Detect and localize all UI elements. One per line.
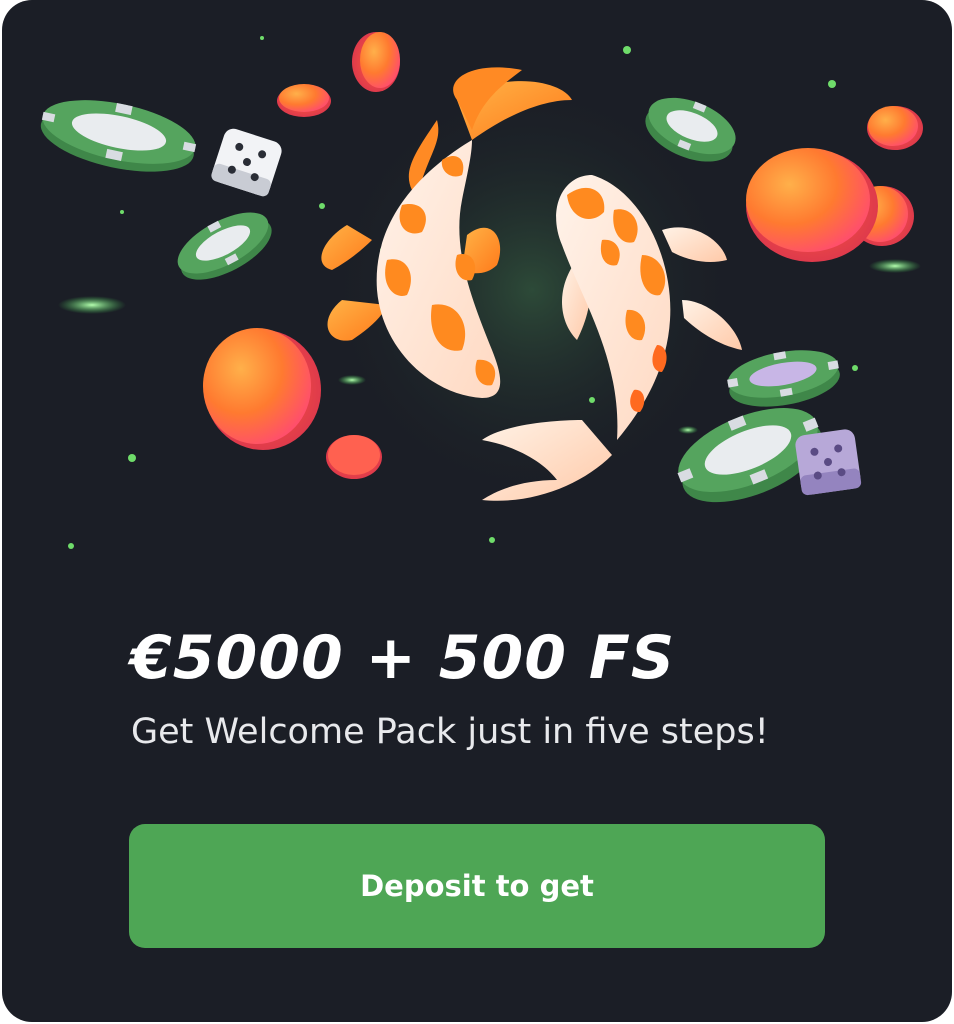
promo-illustration [40,32,923,549]
coin-icon [352,32,400,92]
coin-icon [867,106,923,150]
coin-icon [203,328,321,450]
promo-subtitle: Get Welcome Pack just in five steps! [131,712,769,752]
coin-icon [277,84,331,117]
dice-icon [211,128,282,197]
casino-chip-icon [40,100,197,172]
deposit-button[interactable]: Deposit to get [129,824,825,948]
bonus-amount-headline: €5000 + 500 FS [130,623,676,693]
dice-icon [795,429,862,496]
casino-chip-icon [727,350,840,407]
welcome-pack-card: €5000 + 500 FS Get Welcome Pack just in … [2,0,952,1022]
coin-icon [746,148,878,262]
coin-icon [326,435,382,479]
casino-chip-icon [177,212,272,280]
